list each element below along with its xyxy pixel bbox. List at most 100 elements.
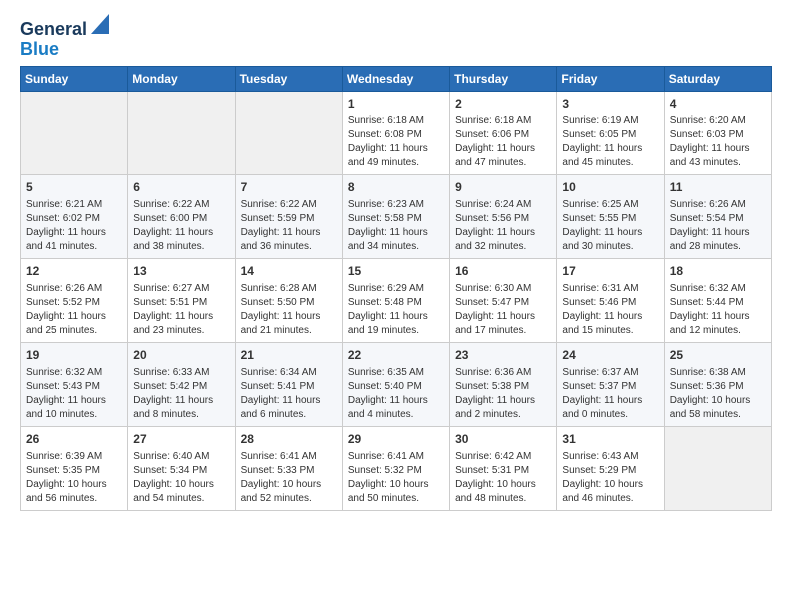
calendar-cell: 19Sunrise: 6:32 AMSunset: 5:43 PMDayligh… (21, 342, 128, 426)
calendar-cell: 26Sunrise: 6:39 AMSunset: 5:35 PMDayligh… (21, 426, 128, 510)
day-info: and 10 minutes. (26, 408, 122, 422)
calendar-cell: 30Sunrise: 6:42 AMSunset: 5:31 PMDayligh… (450, 426, 557, 510)
day-info: Daylight: 10 hours (348, 478, 444, 492)
day-info: Sunset: 5:36 PM (670, 380, 766, 394)
day-info: Sunset: 5:50 PM (241, 296, 337, 310)
logo-text-general: General (20, 20, 87, 40)
day-info: Daylight: 11 hours (241, 310, 337, 324)
day-info: Sunrise: 6:26 AM (26, 282, 122, 296)
day-info: and 17 minutes. (455, 324, 551, 338)
day-number: 18 (670, 263, 766, 280)
day-info: Daylight: 10 hours (562, 478, 658, 492)
day-info: Sunrise: 6:42 AM (455, 450, 551, 464)
day-info: and 52 minutes. (241, 492, 337, 506)
day-number: 17 (562, 263, 658, 280)
calendar-day-header: Sunday (21, 66, 128, 91)
calendar-cell: 28Sunrise: 6:41 AMSunset: 5:33 PMDayligh… (235, 426, 342, 510)
day-info: Sunrise: 6:36 AM (455, 366, 551, 380)
calendar-cell: 8Sunrise: 6:23 AMSunset: 5:58 PMDaylight… (342, 175, 449, 259)
day-info: Sunrise: 6:21 AM (26, 198, 122, 212)
day-info: Daylight: 11 hours (670, 226, 766, 240)
calendar-day-header: Thursday (450, 66, 557, 91)
calendar-cell: 22Sunrise: 6:35 AMSunset: 5:40 PMDayligh… (342, 342, 449, 426)
calendar-cell: 27Sunrise: 6:40 AMSunset: 5:34 PMDayligh… (128, 426, 235, 510)
day-number: 23 (455, 347, 551, 364)
day-info: and 58 minutes. (670, 408, 766, 422)
calendar-cell: 25 Sunrise: 6:38 AMSunset: 5:36 PMDayligh… (664, 342, 771, 426)
calendar-cell: 10Sunrise: 6:25 AMSunset: 5:55 PMDayligh… (557, 175, 664, 259)
day-number: 5 (26, 179, 122, 196)
day-info: Sunset: 6:00 PM (133, 212, 229, 226)
day-info: Sunset: 5:47 PM (455, 296, 551, 310)
day-info: Daylight: 11 hours (455, 226, 551, 240)
calendar-week-row: 5Sunrise: 6:21 AMSunset: 6:02 PMDaylight… (21, 175, 772, 259)
day-info: Sunrise: 6:39 AM (26, 450, 122, 464)
day-info: Sunset: 5:34 PM (133, 464, 229, 478)
day-info: Daylight: 11 hours (562, 394, 658, 408)
calendar-cell: 16Sunrise: 6:30 AMSunset: 5:47 PMDayligh… (450, 259, 557, 343)
day-number: 1 (348, 96, 444, 113)
day-info: and 15 minutes. (562, 324, 658, 338)
logo: General Blue (20, 20, 109, 60)
calendar-cell (235, 91, 342, 175)
day-number: 6 (133, 179, 229, 196)
calendar-day-header: Tuesday (235, 66, 342, 91)
day-info: Sunrise: 6:31 AM (562, 282, 658, 296)
day-info: Sunrise: 6:27 AM (133, 282, 229, 296)
day-number: 12 (26, 263, 122, 280)
day-info: and 43 minutes. (670, 156, 766, 170)
day-info: Daylight: 11 hours (26, 226, 122, 240)
day-info: Sunset: 5:41 PM (241, 380, 337, 394)
day-info: Daylight: 11 hours (241, 394, 337, 408)
day-info: and 25 minutes. (26, 324, 122, 338)
day-info: Daylight: 11 hours (562, 226, 658, 240)
day-info: Sunset: 5:48 PM (348, 296, 444, 310)
day-info: Sunset: 5:55 PM (562, 212, 658, 226)
day-info: Sunrise: 6:38 AM (670, 366, 766, 380)
day-info: Sunset: 5:38 PM (455, 380, 551, 394)
calendar-day-header: Saturday (664, 66, 771, 91)
day-info: Sunset: 6:03 PM (670, 128, 766, 142)
day-info: and 48 minutes. (455, 492, 551, 506)
day-info: Sunset: 5:52 PM (26, 296, 122, 310)
day-info: and 41 minutes. (26, 240, 122, 254)
day-info: Sunrise: 6:35 AM (348, 366, 444, 380)
day-info: Daylight: 10 hours (670, 394, 766, 408)
day-info: and 54 minutes. (133, 492, 229, 506)
day-info: and 56 minutes. (26, 492, 122, 506)
day-info: Sunrise: 6:33 AM (133, 366, 229, 380)
calendar-day-header: Wednesday (342, 66, 449, 91)
day-number: 27 (133, 431, 229, 448)
day-info: Sunrise: 6:25 AM (562, 198, 658, 212)
day-info: Daylight: 11 hours (562, 142, 658, 156)
day-info: Sunrise: 6:34 AM (241, 366, 337, 380)
day-info: Sunrise: 6:20 AM (670, 114, 766, 128)
calendar-cell: 23Sunrise: 6:36 AMSunset: 5:38 PMDayligh… (450, 342, 557, 426)
day-info: Daylight: 11 hours (348, 226, 444, 240)
day-info: Sunset: 5:40 PM (348, 380, 444, 394)
calendar-cell: 31Sunrise: 6:43 AMSunset: 5:29 PMDayligh… (557, 426, 664, 510)
day-number: 2 (455, 96, 551, 113)
day-info: and 8 minutes. (133, 408, 229, 422)
day-info: Daylight: 11 hours (241, 226, 337, 240)
calendar-week-row: 19Sunrise: 6:32 AMSunset: 5:43 PMDayligh… (21, 342, 772, 426)
day-info: Daylight: 11 hours (670, 142, 766, 156)
day-number: 25 (670, 347, 766, 364)
calendar-header-row: SundayMondayTuesdayWednesdayThursdayFrid… (21, 66, 772, 91)
day-number: 3 (562, 96, 658, 113)
day-info: Sunrise: 6:32 AM (26, 366, 122, 380)
day-info: Sunrise: 6:41 AM (348, 450, 444, 464)
day-number: 20 (133, 347, 229, 364)
day-info: Daylight: 11 hours (670, 310, 766, 324)
day-info: Daylight: 10 hours (133, 478, 229, 492)
calendar-cell: 12Sunrise: 6:26 AMSunset: 5:52 PMDayligh… (21, 259, 128, 343)
day-info: Sunrise: 6:32 AM (670, 282, 766, 296)
day-number: 8 (348, 179, 444, 196)
day-info: and 19 minutes. (348, 324, 444, 338)
day-info: Daylight: 10 hours (26, 478, 122, 492)
day-info: Daylight: 11 hours (562, 310, 658, 324)
logo-text-blue: Blue (20, 40, 59, 60)
day-info: Sunset: 5:33 PM (241, 464, 337, 478)
day-number: 19 (26, 347, 122, 364)
calendar-week-row: 26Sunrise: 6:39 AMSunset: 5:35 PMDayligh… (21, 426, 772, 510)
